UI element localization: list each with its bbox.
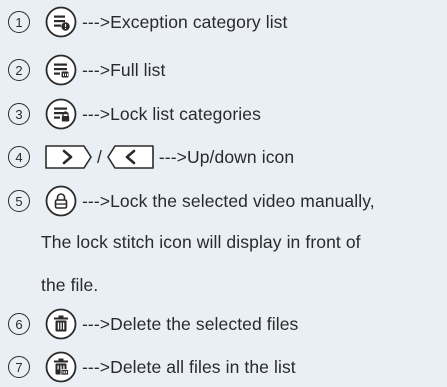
item-label: --->Exception category list xyxy=(82,11,288,32)
list-item-lock-list: 3 --->Lock list categories xyxy=(8,97,261,131)
delete-selected-icon xyxy=(44,307,78,341)
item-number: 5 xyxy=(8,190,30,212)
next-arrow-icon xyxy=(44,142,94,172)
prev-arrow-icon xyxy=(105,142,155,172)
list-item-full-list: 2 --->Full list xyxy=(8,53,165,87)
list-item-delete-all: 7 --->Delete all files in the list xyxy=(8,350,296,384)
list-item-exception: 1 --->Exception category list xyxy=(8,5,288,39)
lock-icon xyxy=(44,184,78,218)
item-label: --->Lock list categories xyxy=(82,103,261,124)
list-item-lock-video: 5 --->Lock the selected video manually, xyxy=(8,184,375,218)
item-number: 6 xyxy=(8,313,30,335)
item-label: --->Full list xyxy=(82,59,166,80)
delete-all-icon xyxy=(44,350,78,384)
exception-list-icon xyxy=(44,5,78,39)
full-list-icon xyxy=(44,53,78,87)
item-label: --->Delete the selected files xyxy=(82,313,299,334)
item-number: 1 xyxy=(8,11,30,33)
separator-slash: / xyxy=(97,146,102,167)
item-label: --->Lock the selected video manually, xyxy=(82,190,375,211)
item-label: --->Up/down icon xyxy=(158,146,295,167)
item-continuation-line: the file. xyxy=(41,275,99,295)
item-number: 2 xyxy=(8,59,30,81)
list-item-delete-selected: 6 --->Delete the selected files xyxy=(8,307,298,341)
item-number: 7 xyxy=(8,356,30,378)
item-number: 4 xyxy=(8,146,30,168)
list-item-up-down: 4 / --->Up/down icon xyxy=(8,140,294,174)
lock-list-icon xyxy=(44,97,78,131)
item-label: --->Delete all files in the list xyxy=(82,356,296,377)
item-continuation-line: The lock stitch icon will display in fro… xyxy=(41,232,361,252)
item-number: 3 xyxy=(8,103,30,125)
